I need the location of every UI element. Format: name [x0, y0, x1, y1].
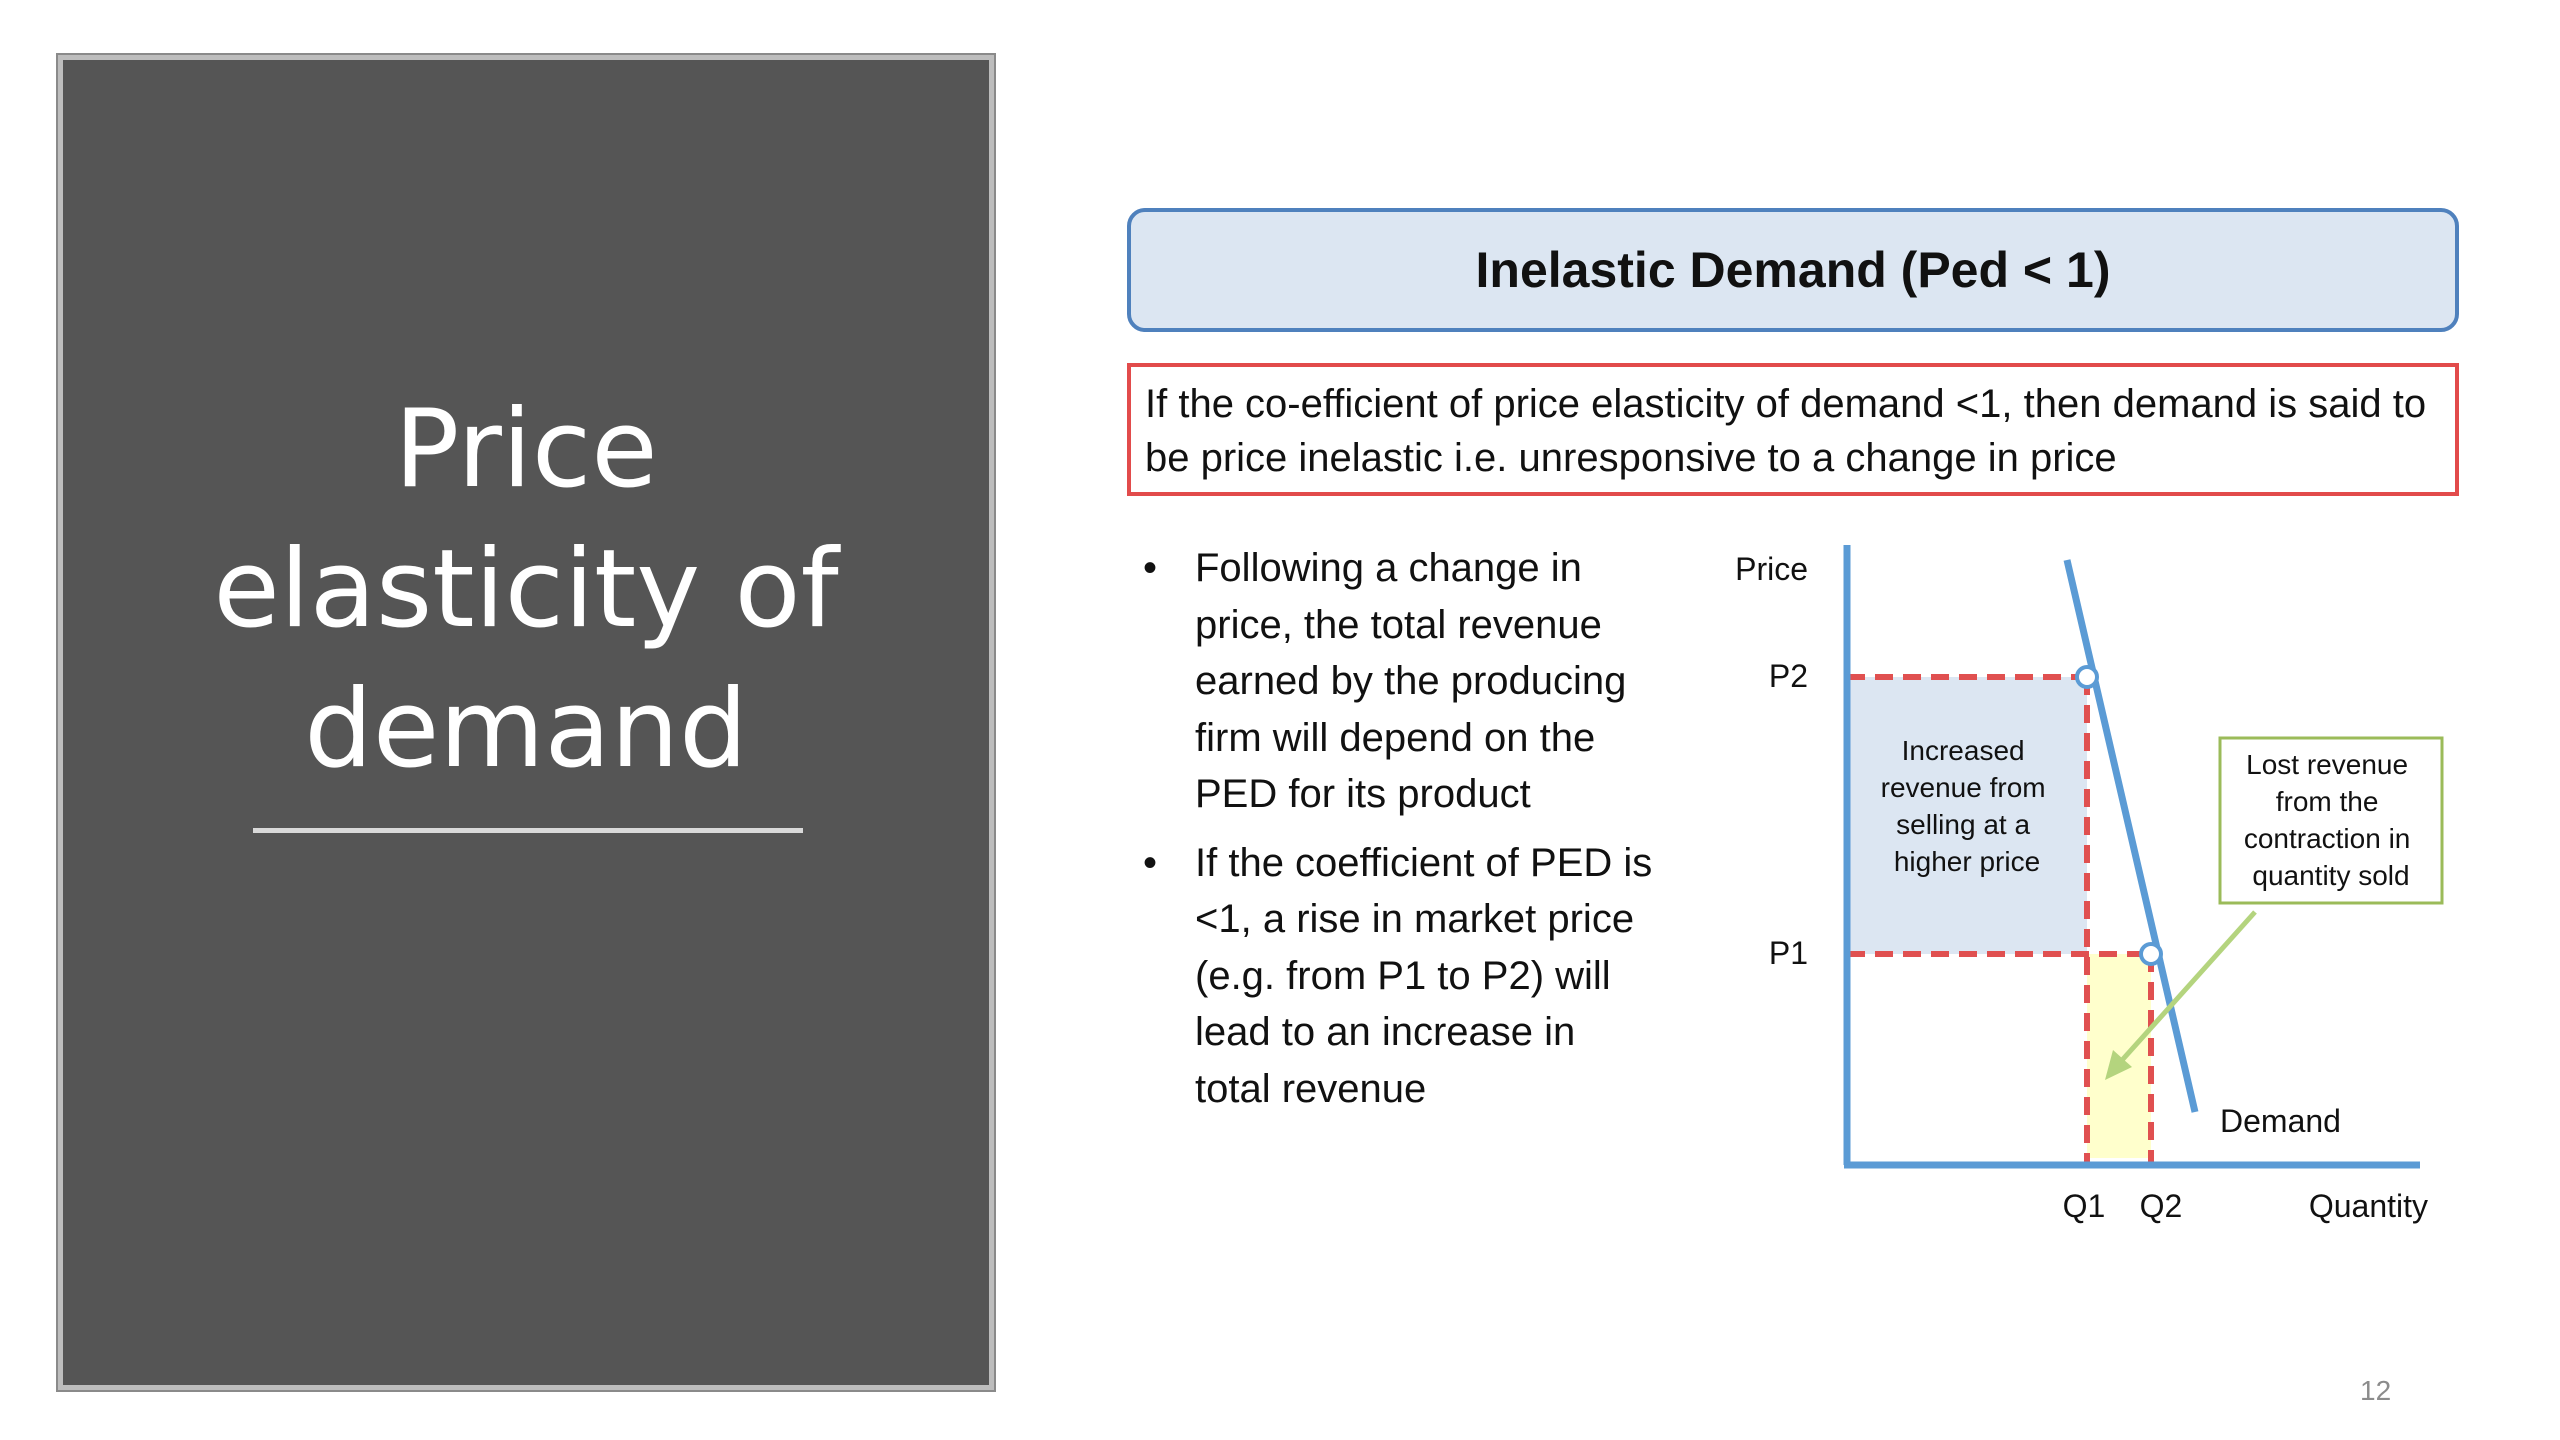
bullet-line: If the coefficient of PED is	[1195, 840, 1653, 885]
title-line: elasticity of	[213, 527, 839, 652]
q2-label: Q2	[2140, 1188, 2183, 1224]
page-number: 12	[2360, 1375, 2392, 1406]
title-panel: Price elasticity of demand	[56, 53, 996, 1392]
bullet-line: total revenue	[1195, 1066, 1427, 1111]
bullet-line: lead to an increase in	[1195, 1010, 1576, 1054]
demand-diagram: Price P2 P1 Q1 Q2 Quantity Demand Increa…	[1735, 545, 2444, 1224]
bullet-marker: •	[1143, 840, 1158, 885]
slide-title: Price elasticity of demand	[63, 380, 989, 800]
title-line: Price	[394, 387, 658, 512]
gain-area-line: higher price	[1894, 846, 2040, 877]
p2-label: P2	[1769, 658, 1808, 694]
point-p2-q1	[2075, 665, 2099, 689]
bullet-line: (e.g. from P1 to P2) will	[1195, 953, 1611, 998]
title-underline	[253, 828, 803, 833]
bullet-line: <1, a rise in market price	[1195, 897, 1635, 941]
bullet-marker: •	[1143, 546, 1158, 590]
loss-note-line: Lost revenue	[2246, 749, 2408, 780]
p1-label: P1	[1769, 935, 1808, 971]
gain-area-line: revenue from	[1881, 772, 2046, 803]
x-axis-label: Quantity	[2309, 1188, 2428, 1224]
bullet-item: • Following a change in price, the total…	[1135, 540, 1695, 823]
gain-area-line: Increased	[1902, 735, 2025, 766]
bullet-item: • If the coefficient of PED is <1, a ris…	[1135, 835, 1695, 1118]
section-header-text: Inelastic Demand (Ped < 1)	[1475, 242, 2111, 298]
point-p1-q2	[2139, 942, 2163, 966]
bullet-line: firm will depend on the	[1195, 715, 1596, 760]
bullet-line: price, the total revenue	[1195, 602, 1602, 647]
bullet-line: Following a change in	[1195, 546, 1582, 590]
definition-text: If the co-efficient of price elasticity …	[1145, 382, 2427, 480]
title-line: demand	[304, 667, 748, 792]
gain-area-line: selling at a	[1896, 809, 2030, 840]
loss-note-line: contraction in	[2244, 823, 2411, 854]
loss-note-line: from the	[2276, 786, 2379, 817]
section-header: Inelastic Demand (Ped < 1)	[1127, 208, 2459, 332]
y-axis-label: Price	[1735, 551, 1808, 587]
definition-box: If the co-efficient of price elasticity …	[1127, 363, 2459, 496]
bullet-line: PED for its product	[1195, 772, 1531, 816]
demand-curve-label: Demand	[2220, 1103, 2341, 1139]
loss-note-line: quantity sold	[2252, 860, 2409, 891]
bullet-line: earned by the producing	[1195, 659, 1627, 703]
q1-label: Q1	[2063, 1188, 2106, 1224]
bullet-list: • Following a change in price, the total…	[1135, 540, 1695, 1129]
